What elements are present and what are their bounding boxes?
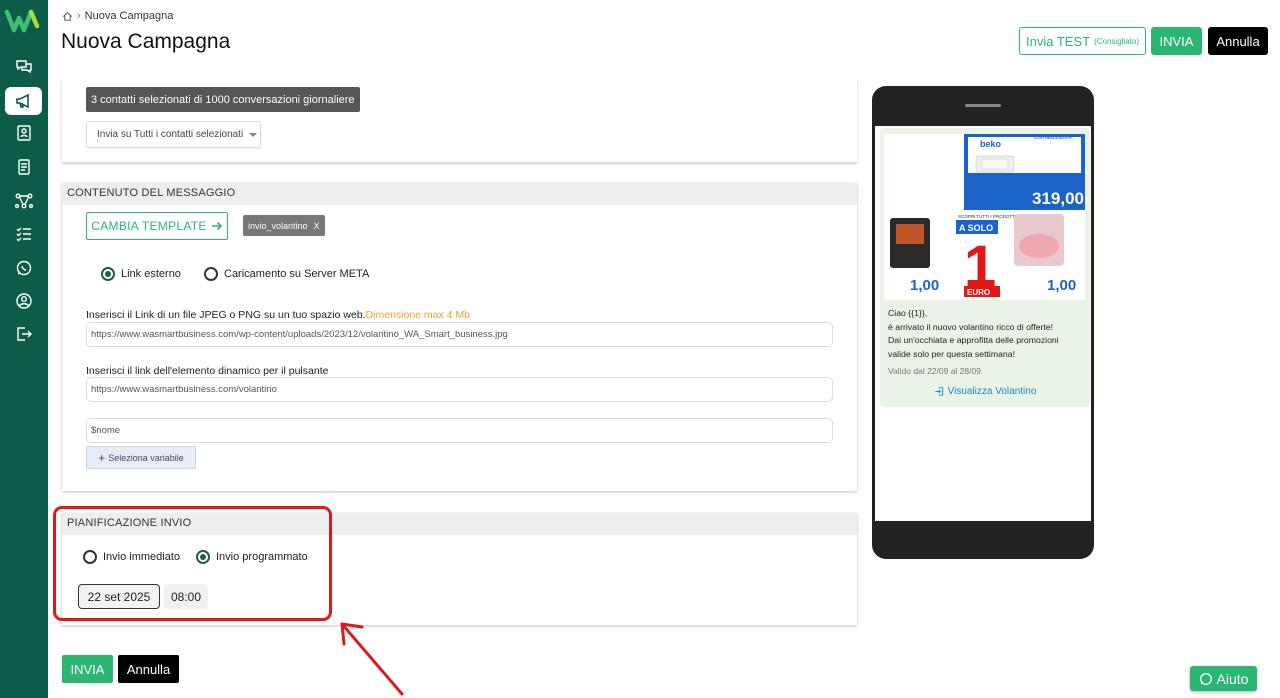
send-test-label: Invia TEST [1026,33,1091,49]
radio-unselected-icon [204,267,218,281]
flyer-promo-unit: EURO [967,288,990,297]
variable-input[interactable]: $nome [86,418,833,443]
template-tag-label: invio_volantino [248,220,308,231]
image-link-input[interactable]: https://www.wasmartbusiness.com/wp-conte… [86,322,833,347]
open-link-icon [934,387,943,396]
send-button[interactable]: INVIA [1151,27,1202,55]
contacts-icon[interactable] [5,119,42,147]
highlight-box [53,506,332,621]
message-content-heading: CONTENUTO DEL MESSAGGIO [62,183,857,205]
view-flyer-label: Visualizza Volantino [947,386,1037,397]
select-variable-label: Seleziona variabile [108,452,184,463]
logo[interactable] [4,6,44,36]
arrow-right-icon [211,221,222,231]
radio-link-external-label: Link esterno [121,268,181,280]
help-label: Aiuto [1216,670,1249,687]
whatsapp-icon[interactable] [5,254,42,282]
button-link-label: Inserisci il link dell'elemento dinamico… [86,365,329,377]
flyer-price-left: 1,00 [910,277,939,294]
change-template-label: CAMBIA TEMPLATE [91,219,207,233]
button-link-value: https://www.wasmartbusiness.com/volantin… [91,384,277,395]
message-line: valide solo per questa settimana! [888,348,1016,359]
radio-upload-meta[interactable]: Caricamento su Server META [204,267,369,281]
flyer-promo-small: SCOPRI TUTTI I PRODOTTI [958,214,1016,219]
phone-speaker [965,104,1001,107]
image-link-value: https://www.wasmartbusiness.com/wp-conte… [91,329,508,340]
message-content-card: CONTENUTO DEL MESSAGGIO CAMBIA TEMPLATE … [62,183,857,491]
megaphone-icon[interactable] [5,87,42,115]
flow-icon[interactable] [5,187,42,215]
image-link-label-text: Inserisci il Link di un file JPEG o PNG … [86,309,366,321]
message-line: Dai un'occhiata e approfitta delle promo… [888,335,1059,345]
select-variable-button[interactable]: + Seleziona variabile [86,446,196,469]
help-button[interactable]: Aiuto [1190,666,1257,691]
cancel-button-bottom[interactable]: Annulla [118,655,179,683]
cancel-button[interactable]: Annulla [1208,27,1268,55]
template-tag: invio_volantino X [243,215,325,236]
message-bubble: beko Climatizzatore 319,00 SCOPRI TUTTI … [880,128,1090,407]
contacts-card: 3 contatti selezionati di 1000 conversaz… [62,78,857,162]
radio-upload-meta-label: Caricamento su Server META [224,268,370,280]
message-text: Ciao {{1}}, è arrivato il nuovo volantin… [888,307,1078,361]
send-test-note: (Consigliato) [1094,36,1139,46]
send-target-value: Invia su Tutti i contatti selezionati [97,129,244,140]
whatsapp-icon [1199,672,1212,685]
document-icon[interactable] [5,153,42,181]
breadcrumb: › Nuova Campagna [62,10,173,22]
annotation-arrow-icon [340,622,404,696]
flyer-brand: beko [980,139,1002,149]
image-size-hint: Dimensione max 4 Mb [365,309,471,321]
view-flyer-button[interactable]: Visualizza Volantino [880,386,1090,397]
home-icon[interactable] [62,11,73,22]
sidebar [0,0,48,698]
page-title: Nuova Campagna [61,30,231,53]
flyer-banner: Climatizzatore [1034,135,1073,141]
chat-icon[interactable] [5,52,42,80]
send-target-select[interactable]: Invia su Tutti i contatti selezionati [86,121,261,148]
breadcrumb-current: Nuova Campagna [84,10,174,22]
send-button-bottom[interactable]: INVIA [62,655,113,683]
flyer-price-main: 319,00 [1032,189,1084,208]
flyer-price-right: 1,00 [1047,277,1076,294]
change-template-button[interactable]: CAMBIA TEMPLATE [86,212,228,240]
flyer-promo-label: A SOLO [959,223,993,233]
checklist-icon[interactable] [5,220,42,248]
phone-preview: beko Climatizzatore 319,00 SCOPRI TUTTI … [872,86,1094,559]
breadcrumb-separator-icon: › [77,10,81,22]
message-line: è arrivato il nuovo volantino ricco di o… [888,321,1053,332]
message-validity: Valido dal 22/09 al 28/09 [888,366,981,376]
user-icon[interactable] [5,287,42,315]
radio-link-external[interactable]: Link esterno [101,267,181,281]
image-link-label: Inserisci il Link di un file JPEG o PNG … [86,309,470,321]
phone-screen: beko Climatizzatore 319,00 SCOPRI TUTTI … [875,126,1091,521]
flyer-image: beko Climatizzatore 319,00 SCOPRI TUTTI … [884,134,1085,300]
logout-icon[interactable] [5,320,42,348]
contacts-count-badge: 3 contatti selezionati di 1000 conversaz… [86,87,360,112]
variable-value: $nome [91,425,121,436]
caret-down-icon [249,132,258,137]
message-line: Ciao {{1}}, [888,308,928,318]
radio-selected-icon [101,267,115,281]
button-link-input[interactable]: https://www.wasmartbusiness.com/volantin… [86,377,833,402]
plus-icon: + [98,450,106,465]
template-tag-remove[interactable]: X [314,221,320,231]
send-test-button[interactable]: Invia TEST (Consigliato) [1019,27,1146,55]
